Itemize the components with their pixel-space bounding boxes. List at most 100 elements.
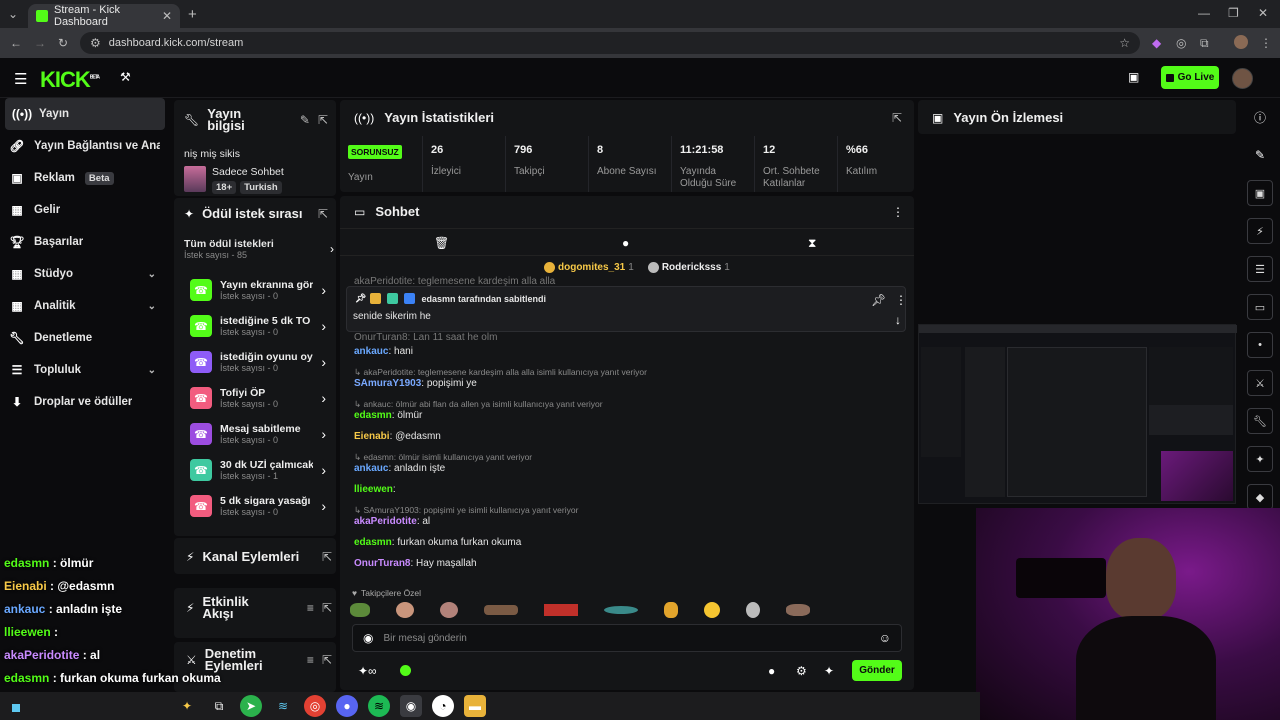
chat-bubble-icon[interactable]: ● <box>768 664 775 678</box>
emoji-icon[interactable]: ☺ <box>879 631 891 645</box>
chrome-icon[interactable]: ◎ <box>304 695 326 717</box>
settings-gear-icon[interactable]: ⚙ <box>796 664 807 678</box>
chat-message[interactable]: edasmn: ölmür <box>354 410 422 421</box>
theatre-mode-icon[interactable]: ▣ <box>1128 70 1139 84</box>
kick-points-icon[interactable] <box>400 665 411 676</box>
top-gifter-name[interactable]: dogomites_31 <box>558 262 625 273</box>
rail-channel-actions-button[interactable]: ⚡︎ <box>1240 212 1280 250</box>
rail-preview-button[interactable]: ▣ <box>1240 174 1280 212</box>
expand-down-icon[interactable]: ↓ <box>895 313 901 327</box>
emote-banner-icon[interactable] <box>544 604 578 616</box>
windows-start-icon[interactable] <box>12 704 20 712</box>
rail-mod-button[interactable]: ⚔ <box>1240 364 1280 402</box>
sidebar-item[interactable]: ⬇ Droplar ve ödüller <box>0 386 170 418</box>
emote-skull-icon[interactable] <box>746 602 760 618</box>
chat-username[interactable]: SAmuraY1903 <box>354 378 421 389</box>
sidebar-item[interactable]: ▦ Gelir <box>0 194 170 226</box>
tag-18plus[interactable]: 18+ <box>212 181 237 194</box>
app-icon[interactable]: ≋ <box>272 695 294 717</box>
edit-pencil-icon[interactable]: ✎ <box>300 113 310 127</box>
extension-2-icon[interactable]: ◎ <box>1176 36 1186 50</box>
points-icon[interactable]: ✦∞ <box>358 664 377 678</box>
sidebar-item[interactable]: ☰ Topluluk ⌄ <box>0 354 170 386</box>
send-button[interactable]: Gönder <box>852 660 902 681</box>
emote-pepe-icon[interactable] <box>350 603 370 617</box>
file-explorer-icon[interactable]: ▬ <box>464 695 486 717</box>
chat-input[interactable]: ◉ Bir mesaj gönderin ☺ <box>352 624 902 652</box>
rail-list-button[interactable]: ☰ <box>1240 250 1280 288</box>
close-window-icon[interactable]: ✕ <box>1258 6 1268 20</box>
chat-username[interactable]: ankauc <box>354 463 388 474</box>
popout-icon[interactable]: ⇱ <box>322 601 332 615</box>
chat-username[interactable]: akaPeridotite <box>354 516 417 527</box>
sidebar-item[interactable]: ((•)) Yayın <box>5 98 165 130</box>
go-live-button[interactable]: Go Live <box>1161 66 1219 89</box>
trash-icon[interactable]: 🗑︎ <box>434 236 449 250</box>
filter-icon[interactable]: ≡ <box>307 653 314 667</box>
hammer-icon[interactable]: ⚒ <box>120 70 131 84</box>
chat-username[interactable]: Eienabi <box>354 431 390 442</box>
emote-face-icon[interactable] <box>440 602 458 618</box>
discord-icon[interactable]: ● <box>336 695 358 717</box>
extension-icon[interactable]: ◆ <box>1152 36 1161 50</box>
chat-message[interactable]: ankauc: hani <box>354 346 413 357</box>
chat-message[interactable]: ankauc: anladın işte <box>354 463 445 474</box>
sidebar-item[interactable]: 🔧︎ Denetleme <box>0 322 170 354</box>
rail-stats-button[interactable]: • <box>1240 326 1280 364</box>
reward-item[interactable]: ☎ Tofiyi ÖP İstek sayısı - 0 › <box>182 380 334 416</box>
popout-icon[interactable]: ⇱ <box>322 550 332 564</box>
chat-menu-icon[interactable]: ⋮ <box>892 205 904 219</box>
tab-search-icon[interactable]: ⌄ <box>8 7 18 21</box>
tag-turkish[interactable]: Turkish <box>240 181 282 194</box>
hamburger-menu-icon[interactable]: ☰ <box>14 70 27 88</box>
edit-pencil-icon[interactable]: ✎ <box>1240 136 1280 174</box>
popout-icon[interactable]: ⇱ <box>322 653 332 667</box>
profile-avatar[interactable] <box>1234 35 1248 49</box>
reward-item[interactable]: ☎ istediğine 5 dk TO İstek sayısı - 0 › <box>182 308 334 344</box>
sidebar-item[interactable]: ▣ Reklam Beta <box>0 162 170 194</box>
bookmark-star-icon[interactable]: ☆ <box>1119 36 1130 50</box>
rail-chat-button[interactable]: ▭ <box>1240 288 1280 326</box>
message-icon[interactable]: ● <box>622 236 629 250</box>
chat-username[interactable]: edasmn <box>354 537 392 548</box>
reward-item[interactable]: ☎ 30 dk UZİ çalmıcak İstek sayısı - 1 › <box>182 452 334 488</box>
info-icon[interactable]: ⓘ <box>1240 98 1280 136</box>
category-name[interactable]: Sadece Sohbet <box>212 166 284 178</box>
copilot-icon[interactable]: ✦ <box>176 695 198 717</box>
emote-dog-icon[interactable] <box>786 604 810 616</box>
extensions-puzzle-icon[interactable]: ⧉ <box>1200 36 1209 51</box>
popout-icon[interactable]: ⇱ <box>318 207 328 221</box>
unpin-icon[interactable]: 📌︎ <box>871 293 886 307</box>
minimize-icon[interactable]: — <box>1198 6 1210 20</box>
reward-item[interactable]: ☎ Yayın ekranına görs...İstek sayısı - 0 › <box>182 272 334 308</box>
reward-item[interactable]: ☎ 5 dk sigara yasağı İstek sayısı - 0 › <box>182 488 334 524</box>
preview-video[interactable] <box>918 324 1237 504</box>
close-tab-icon[interactable]: ✕ <box>162 9 172 23</box>
back-icon[interactable]: ← <box>10 36 22 50</box>
browser-menu-icon[interactable]: ⋮ <box>1260 36 1272 50</box>
emote-smile-icon[interactable] <box>704 602 720 618</box>
chat-message[interactable]: SAmuraY1903: popişimi ye <box>354 378 477 389</box>
obs-icon[interactable]: ◔ <box>432 695 454 717</box>
sidebar-item[interactable]: 🏆︎ Başarılar <box>0 226 170 258</box>
chat-username[interactable]: llieewen <box>354 484 393 495</box>
task-view-icon[interactable]: ⧉ <box>208 695 230 717</box>
sidebar-item[interactable]: ▦ Stüdyo ⌄ <box>0 258 170 290</box>
chat-message[interactable]: akaPeridotite: al <box>354 516 430 527</box>
filter-icon[interactable]: ≡ <box>307 601 314 615</box>
maximize-icon[interactable]: ❐ <box>1228 6 1239 20</box>
hourglass-icon[interactable]: ⧗ <box>808 236 816 251</box>
site-info-icon[interactable]: ⚙ <box>90 36 101 50</box>
emote-face-icon[interactable] <box>396 602 414 618</box>
user-avatar[interactable] <box>1232 68 1253 89</box>
chat-message[interactable]: edasmn: furkan okuma furkan okuma <box>354 537 521 548</box>
chat-username[interactable]: edasmn <box>354 410 392 421</box>
rail-tools-button[interactable]: 🔧︎ <box>1240 402 1280 440</box>
reward-item[interactable]: ☎ Mesaj sabitleme İstek sayısı - 0 › <box>182 416 334 452</box>
forward-icon[interactable]: → <box>34 36 46 50</box>
chat-message[interactable]: Eienabi: @edasmn <box>354 431 441 442</box>
reward-item[interactable]: ☎ istediğin oyunu oyna...İstek sayısı - 0… <box>182 344 334 380</box>
all-rewards-row[interactable]: Tüm ödül istekleri İstek sayısı - 85 › <box>184 238 334 260</box>
sidebar-item[interactable]: 🔗︎ Yayın Bağlantısı ve Anahtar <box>0 130 170 162</box>
top-gifter-name[interactable]: Rodericksss <box>662 262 721 273</box>
